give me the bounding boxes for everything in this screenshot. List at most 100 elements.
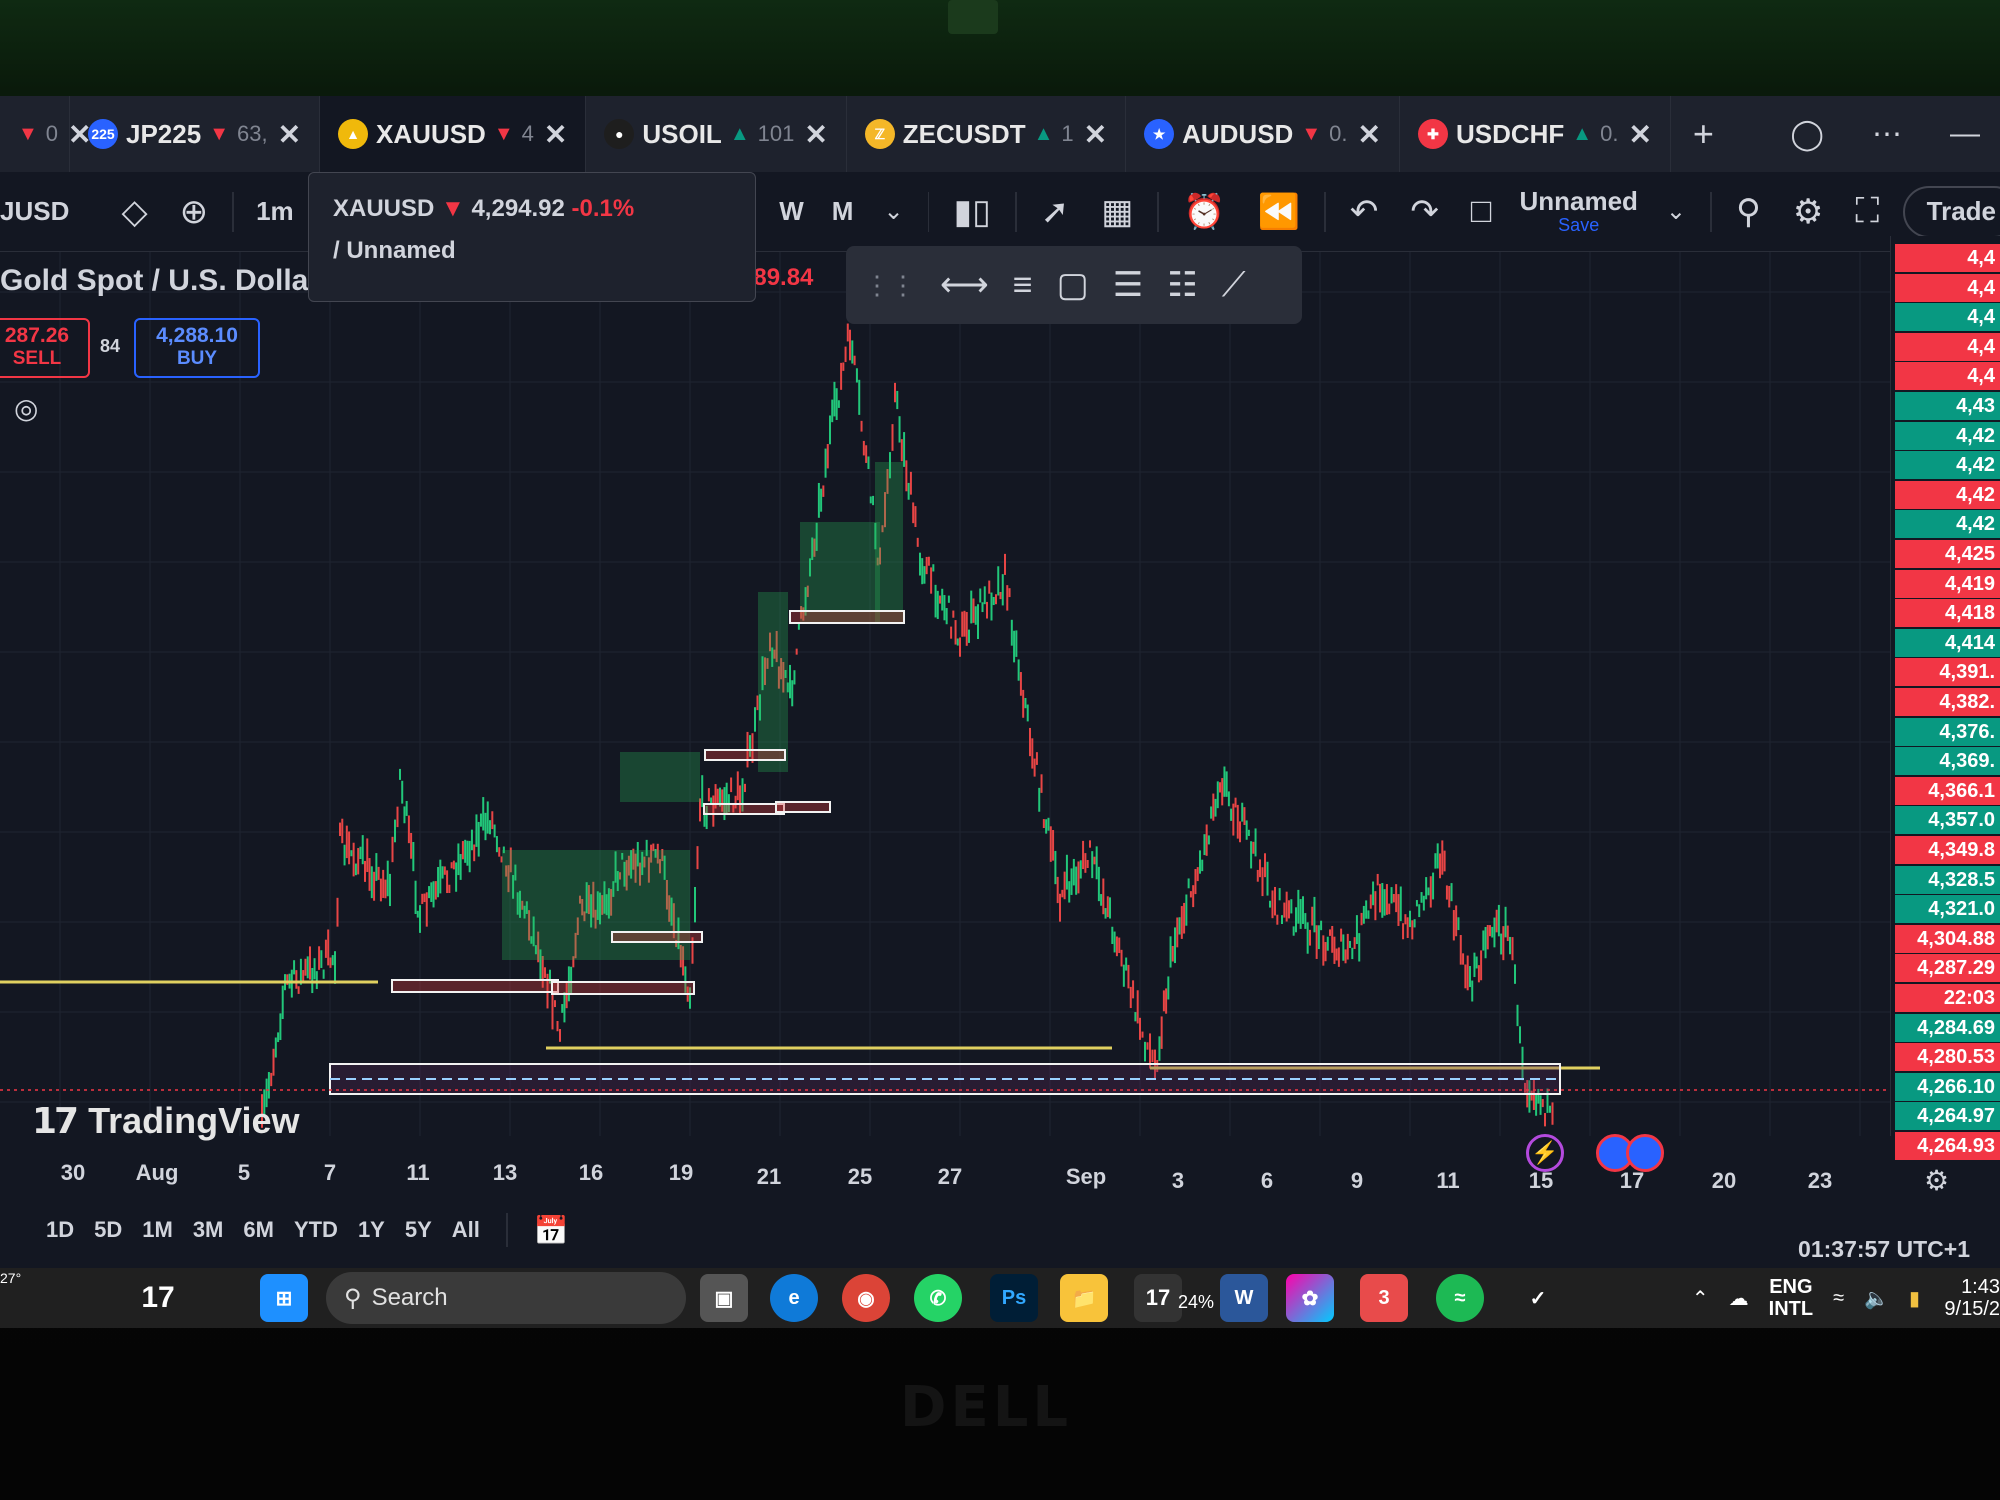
- wifi-icon[interactable]: ≈: [1833, 1287, 1844, 1310]
- tab-jp225[interactable]: 225 JP225 ▼ 63, ✕: [70, 96, 321, 172]
- calendar-app-icon[interactable]: 3: [1360, 1274, 1408, 1322]
- tab-usoil[interactable]: ● USOIL ▲ 101 ✕: [586, 96, 847, 172]
- tradingview-taskbar-icon[interactable]: 17: [1134, 1274, 1182, 1322]
- whatsapp-icon[interactable]: ✆: [914, 1274, 962, 1322]
- task-view-icon[interactable]: ▣: [700, 1274, 748, 1322]
- interval-w[interactable]: W: [765, 172, 818, 252]
- hide-indicators-icon[interactable]: ◎: [14, 392, 38, 425]
- tab-zecusdt[interactable]: ℤ ZECUSDT ▲ 1 ✕: [847, 96, 1127, 172]
- range-1y[interactable]: 1Y: [358, 1217, 385, 1243]
- order-block: [703, 803, 785, 815]
- snip-tool-icon[interactable]: ✓: [1514, 1274, 1562, 1322]
- close-icon[interactable]: ✕: [544, 118, 567, 151]
- chevron-down-icon[interactable]: ⌄: [1650, 197, 1702, 226]
- tab-symbol: XAUUSD: [376, 118, 486, 149]
- diamond-icon[interactable]: ◇: [106, 192, 164, 232]
- event-flash-icon[interactable]: ⚡: [1526, 1134, 1564, 1172]
- time-axis-label: 13: [492, 1160, 518, 1185]
- close-icon[interactable]: ✕: [1084, 118, 1107, 151]
- onedrive-icon[interactable]: ☁: [1729, 1286, 1749, 1311]
- layout-save-label[interactable]: Save: [1519, 215, 1637, 235]
- layout-name[interactable]: Unnamed Save: [1507, 188, 1649, 234]
- edge-icon[interactable]: e: [770, 1274, 818, 1322]
- price-range-icon[interactable]: ☰: [1113, 265, 1143, 305]
- volume-icon[interactable]: 🔈: [1864, 1286, 1889, 1311]
- tab-usdchf[interactable]: ✚ USDCHF ▲ 0. ✕: [1400, 96, 1671, 172]
- fib-icon[interactable]: ☷: [1167, 265, 1197, 305]
- symbol-search[interactable]: JUSD: [0, 172, 106, 252]
- taskbar-search[interactable]: ⚲ Search: [326, 1272, 686, 1324]
- order-block: [551, 981, 695, 995]
- redo-icon[interactable]: ↷: [1394, 192, 1455, 232]
- horizontal-line-icon[interactable]: ⟷: [940, 265, 989, 305]
- price-scale-label: 4,304.88: [1895, 924, 2000, 953]
- drag-handle-icon[interactable]: ⋮⋮: [864, 270, 916, 301]
- range-1m[interactable]: 1M: [142, 1217, 173, 1243]
- buy-button[interactable]: 4,288.10 BUY: [134, 318, 260, 378]
- add-tab-icon[interactable]: +: [1671, 113, 1736, 155]
- word-icon[interactable]: W: [1220, 1274, 1268, 1322]
- settings-icon[interactable]: ⚙: [1924, 1164, 1949, 1197]
- range-1d[interactable]: 1D: [46, 1217, 74, 1243]
- us-flag-event-icon[interactable]: [1626, 1134, 1664, 1172]
- weather-widget[interactable]: 27°: [0, 1270, 40, 1320]
- close-icon[interactable]: ✕: [1357, 118, 1380, 151]
- more-icon[interactable]: ⋯: [1872, 117, 1902, 152]
- close-icon[interactable]: ✕: [804, 118, 827, 151]
- tab-xauusd[interactable]: ▲ XAUUSD ▼ 4 ✕: [320, 96, 587, 172]
- trade-button[interactable]: Trade: [1902, 185, 2000, 238]
- indicators-icon[interactable]: ➚: [1025, 192, 1086, 232]
- range-ytd[interactable]: YTD: [294, 1217, 338, 1243]
- clock-tray[interactable]: 1:43 9/15/2: [1940, 1276, 2000, 1320]
- price-chart[interactable]: [0, 252, 1890, 1136]
- range-6m[interactable]: 6M: [243, 1217, 274, 1243]
- layout-square-icon[interactable]: □: [1455, 192, 1508, 231]
- interval-button[interactable]: 1m: [242, 172, 308, 252]
- language-indicator[interactable]: ENG INTL: [1769, 1276, 1813, 1320]
- range-5d[interactable]: 5D: [94, 1217, 122, 1243]
- photoshop-icon[interactable]: Ps: [990, 1274, 1038, 1322]
- tab-partial[interactable]: ▼ 0 ✕: [0, 96, 92, 172]
- undo-icon[interactable]: ↶: [1334, 192, 1395, 232]
- long-position-icon[interactable]: ≡: [1013, 266, 1033, 305]
- close-icon[interactable]: ✕: [1628, 118, 1651, 151]
- close-icon[interactable]: ✕: [278, 118, 301, 151]
- chrome-icon[interactable]: ◉: [842, 1274, 890, 1322]
- fullscreen-icon[interactable]: ⛶: [1839, 192, 1895, 231]
- order-block: [704, 749, 786, 761]
- price-scale[interactable]: 4,4 4,4 4,4 4,4 4,4 4,43 4,42 4,42 4,42 4,42 4,425…: [1890, 236, 2000, 1160]
- chevron-down-icon[interactable]: ⌄: [867, 197, 919, 226]
- tab-change: 0: [45, 121, 59, 146]
- range-3m[interactable]: 3M: [193, 1217, 224, 1243]
- battery-icon[interactable]: ▮: [1909, 1286, 1920, 1311]
- chart-pane[interactable]: [0, 252, 1890, 1136]
- tab-audusd[interactable]: ★ AUDUSD ▼ 0. ✕: [1126, 96, 1400, 172]
- windows-start-icon[interactable]: ⊞: [260, 1274, 308, 1322]
- candles-icon[interactable]: ▮▯: [937, 192, 1006, 232]
- trend-line-icon[interactable]: ⟋: [1222, 266, 1246, 305]
- minimize-icon[interactable]: —: [1950, 117, 1980, 151]
- layout-icon[interactable]: ◯: [1790, 117, 1824, 152]
- chart-clock[interactable]: 01:37:57 UTC+1: [1798, 1236, 1970, 1263]
- spotify-icon[interactable]: ≈: [1436, 1274, 1484, 1322]
- compare-add-icon[interactable]: ⊕: [164, 192, 225, 232]
- tradingview-app-icon[interactable]: 17: [134, 1274, 182, 1322]
- interval-m[interactable]: M: [818, 172, 868, 252]
- rectangle-icon[interactable]: ▢: [1057, 265, 1089, 305]
- search-placeholder: Search: [371, 1284, 448, 1311]
- goto-date-icon[interactable]: 📅: [534, 1214, 569, 1247]
- settings-icon[interactable]: ⚙: [1777, 192, 1839, 232]
- copilot-icon[interactable]: ✿: [1286, 1274, 1334, 1322]
- chevron-up-icon[interactable]: ⌃: [1692, 1286, 1709, 1311]
- quick-search-icon[interactable]: ⚲: [1720, 192, 1777, 232]
- sell-button[interactable]: 287.26 SELL: [0, 318, 90, 378]
- range-5y[interactable]: 5Y: [405, 1217, 432, 1243]
- alert-icon[interactable]: ⏰: [1167, 192, 1241, 232]
- replay-icon[interactable]: ⏪: [1242, 192, 1316, 232]
- templates-icon[interactable]: ▦: [1085, 192, 1149, 232]
- time-axis-label: 19: [668, 1160, 694, 1185]
- tab-change: 1: [1061, 121, 1074, 146]
- range-all[interactable]: All: [452, 1217, 480, 1243]
- separator: [927, 191, 930, 232]
- file-explorer-icon[interactable]: 📁: [1060, 1274, 1108, 1322]
